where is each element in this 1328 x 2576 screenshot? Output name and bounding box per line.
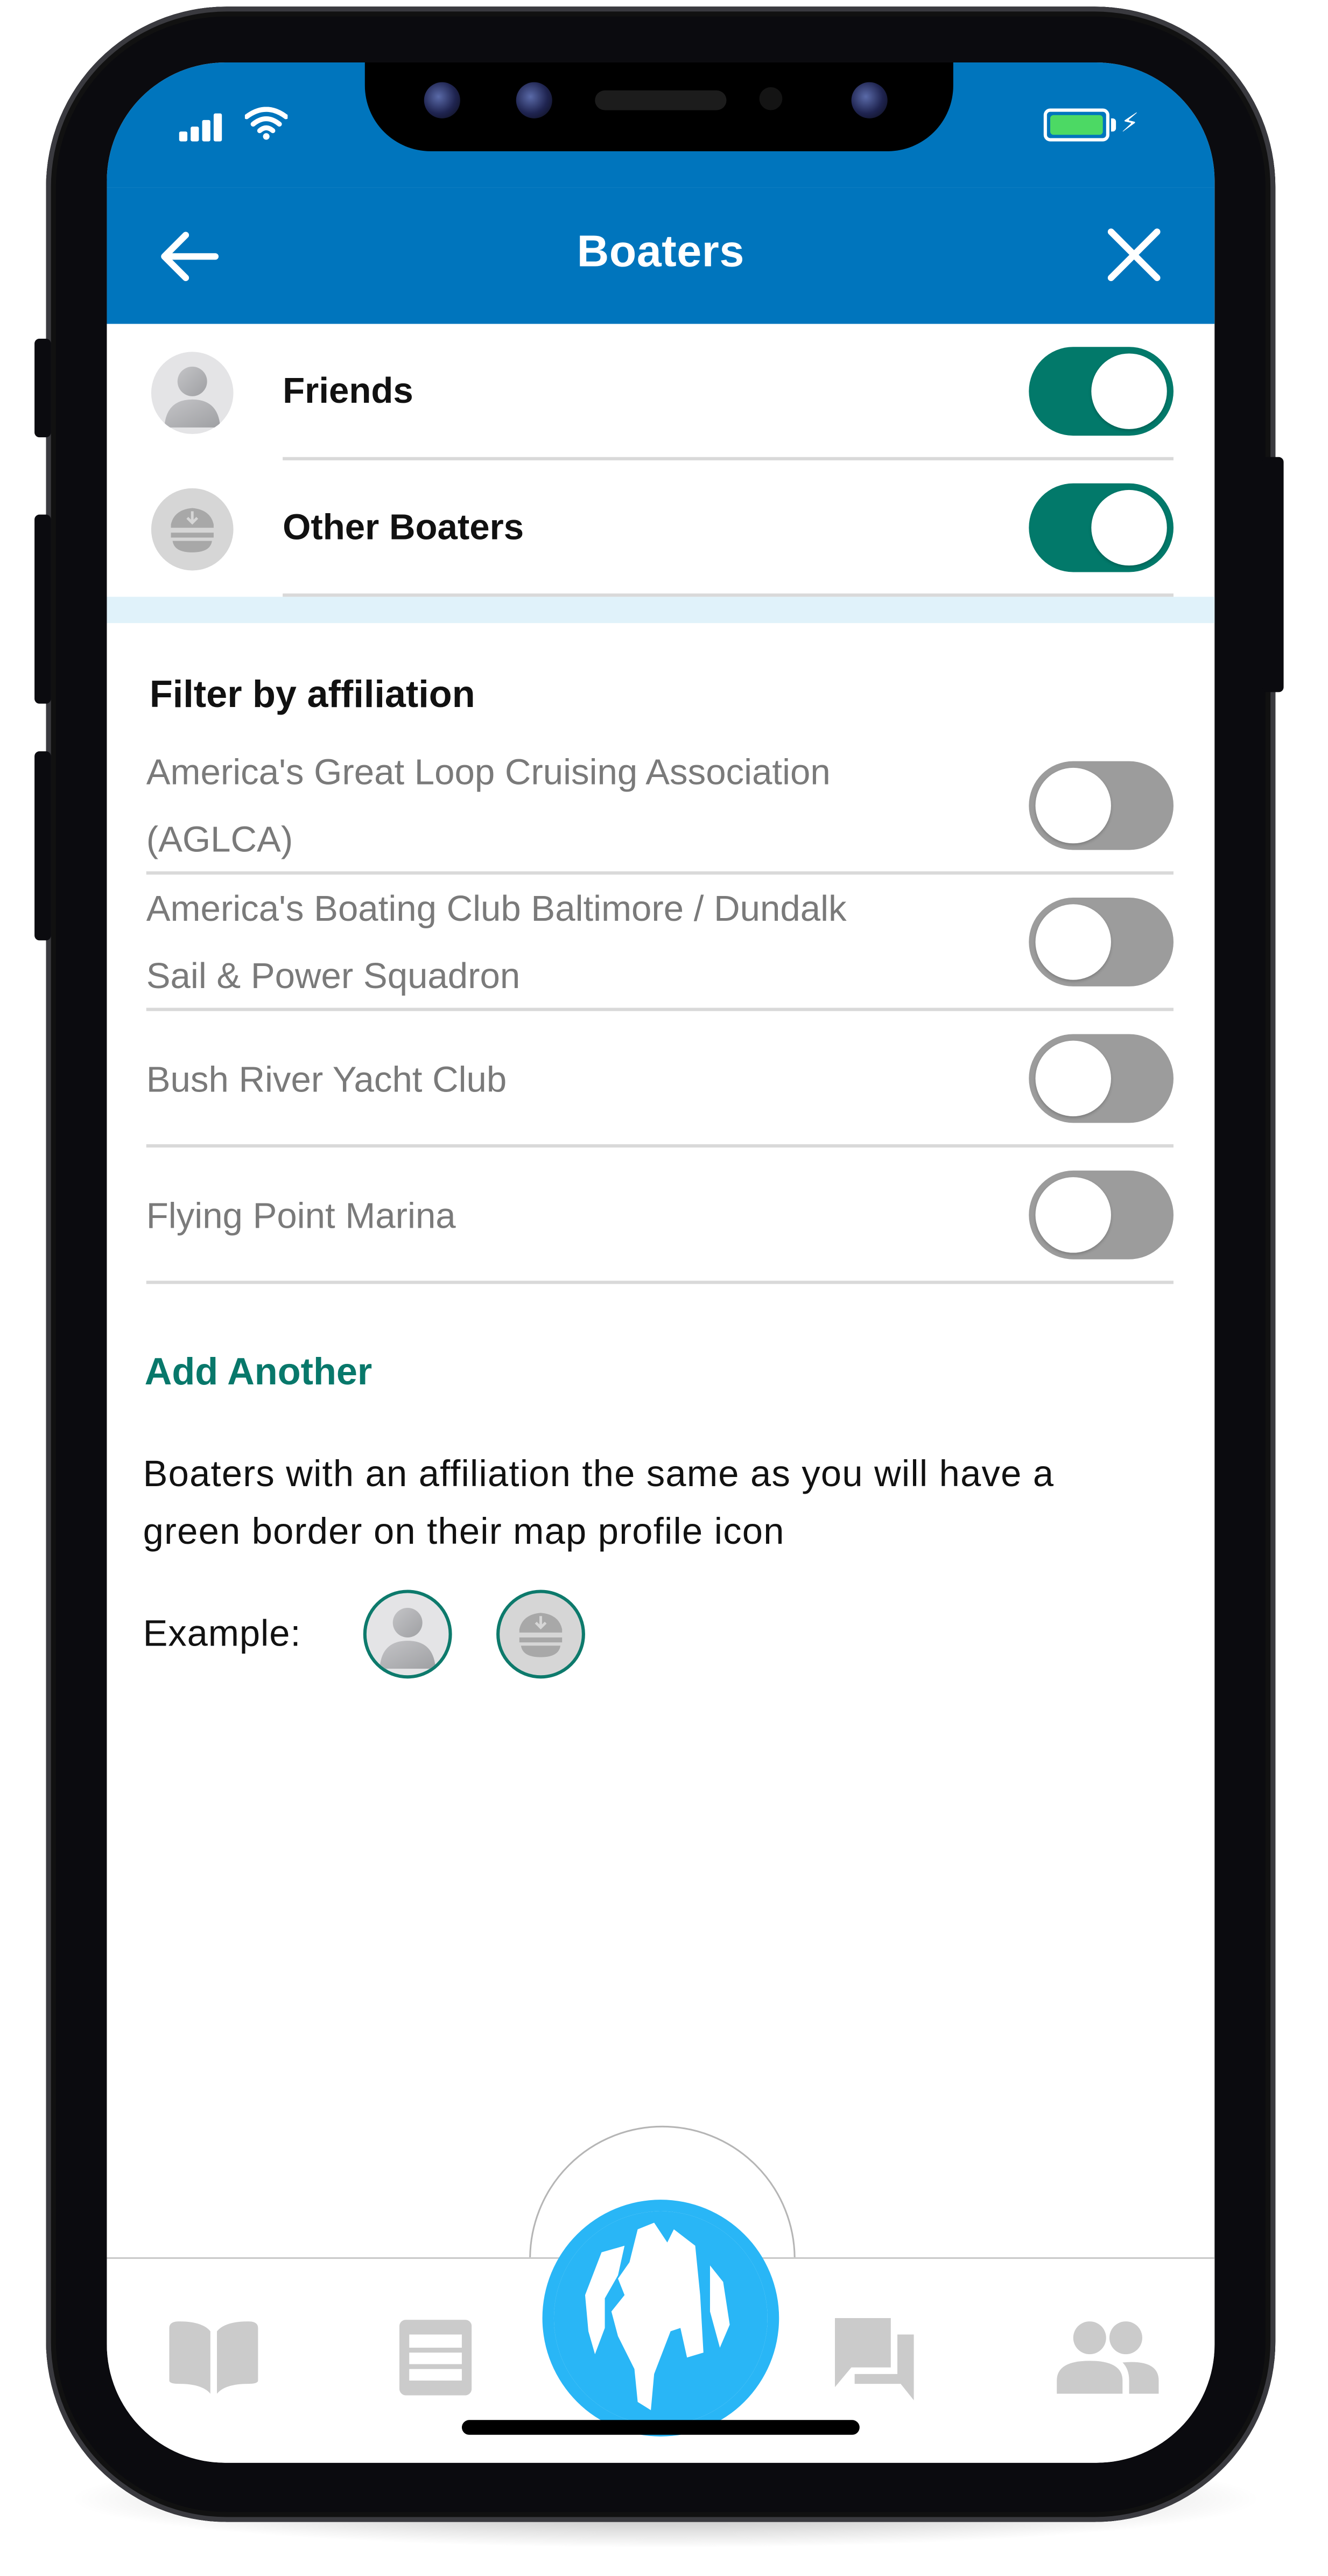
affiliation-row: Flying Point Marina: [146, 1147, 1174, 1284]
affiliation-row: Bush River Yacht Club: [146, 1011, 1174, 1148]
globe-icon[interactable]: [539, 2196, 782, 2440]
content-area: Friends Other Boaters Filter by affiliat…: [107, 324, 1215, 1284]
book-icon[interactable]: [166, 2321, 261, 2394]
affiliation-name-line2: (AGLCA): [146, 818, 293, 860]
affiliation-name-line1: America's Great Loop Cruising Associatio…: [146, 751, 831, 793]
divider: [283, 593, 1174, 597]
camera-lens: [516, 82, 552, 118]
affiliation-toggle-aglca[interactable]: [1029, 761, 1174, 850]
affiliation-name-line2: Sail & Power Squadron: [146, 955, 521, 997]
front-camera: [851, 82, 888, 118]
friends-toggle[interactable]: [1029, 347, 1174, 436]
volume-up-button: [34, 514, 51, 704]
app-screen: ⚡ Boaters Friends Other Boaters Filter b…: [107, 62, 1215, 2463]
charging-bolt-icon: ⚡: [1120, 107, 1139, 138]
note-line1: Boaters with an affiliation the same as …: [143, 1453, 1055, 1495]
example-label: Example:: [143, 1613, 301, 1654]
affiliation-toggle-flying-point[interactable]: [1029, 1170, 1174, 1259]
header-bar: Boaters: [107, 187, 1215, 324]
other-boaters-toggle[interactable]: [1029, 483, 1174, 572]
affiliation-row: America's Great Loop Cruising Associatio…: [146, 738, 1174, 875]
device-stage: ⚡ Boaters Friends Other Boaters Filter b…: [0, 0, 1328, 2576]
example-captain-hat-icon: [496, 1590, 585, 1679]
filter-by-affiliation-heading: Filter by affiliation: [149, 672, 475, 716]
people-icon[interactable]: [1053, 2321, 1162, 2394]
other-boaters-label: Other Boaters: [283, 506, 524, 548]
captain-hat-icon: [151, 488, 234, 571]
list-icon[interactable]: [399, 2320, 472, 2396]
power-button: [1262, 457, 1284, 692]
filter-heading: Filter by affiliation: [107, 623, 1214, 738]
affiliation-label: Bush River Yacht Club: [146, 1059, 507, 1100]
battery-nub: [1111, 118, 1116, 132]
note-line2: green border on their map profile icon: [143, 1510, 785, 1552]
home-indicator[interactable]: [461, 2420, 860, 2435]
affiliation-row: America's Boating Club Baltimore / Dunda…: [146, 874, 1174, 1011]
earpiece-speaker: [595, 90, 727, 110]
status-bar: ⚡: [107, 62, 1215, 188]
affiliation-note: Boaters with an affiliation the same as …: [143, 1445, 1195, 1560]
wifi-icon: [244, 107, 288, 140]
affiliation-name-line1: America's Boating Club Baltimore / Dunda…: [146, 887, 847, 929]
friends-label: Friends: [283, 369, 413, 411]
example-person-avatar-icon: [363, 1590, 452, 1679]
battery-icon: [1043, 108, 1109, 142]
cellular-signal-icon: [179, 112, 229, 142]
affiliation-label: America's Great Loop Cruising Associatio…: [146, 738, 968, 873]
affiliation-toggle-baltimore-dundalk[interactable]: [1029, 898, 1174, 986]
page-title: Boaters: [577, 227, 745, 276]
affiliation-toggle-bush-river[interactable]: [1029, 1034, 1174, 1123]
section-separator: [107, 597, 1215, 624]
volume-down-button: [34, 751, 51, 941]
affiliation-label: America's Boating Club Baltimore / Dunda…: [146, 874, 968, 1009]
proximity-sensor: [759, 87, 783, 110]
close-icon[interactable]: [1103, 223, 1165, 286]
visibility-row-friends: Friends: [107, 324, 1214, 460]
camera-notch: [364, 62, 953, 151]
visibility-row-other-boaters: Other Boaters: [107, 460, 1214, 597]
affiliation-label: Flying Point Marina: [146, 1195, 456, 1237]
add-another-button[interactable]: Add Another: [145, 1350, 373, 1394]
person-avatar-icon: [151, 352, 234, 435]
camera-lens: [424, 82, 460, 118]
mute-switch: [34, 338, 51, 438]
chat-icon[interactable]: [832, 2315, 917, 2400]
